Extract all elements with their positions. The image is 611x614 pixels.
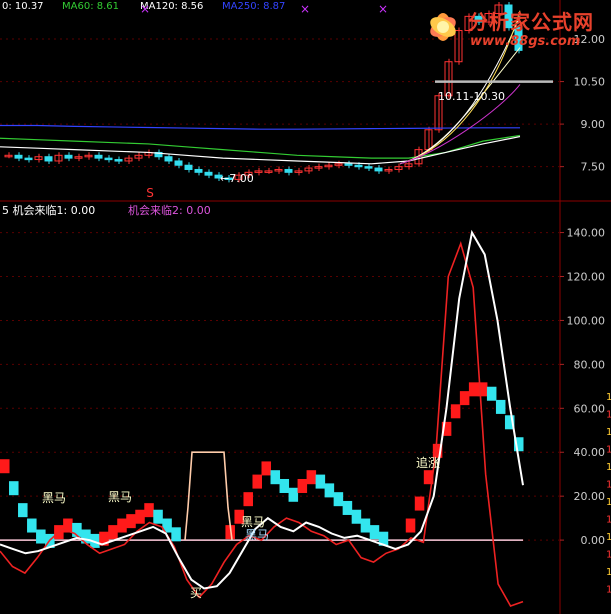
candle <box>354 164 363 168</box>
step-bar <box>36 529 46 544</box>
lower-tick-label: 80.00 <box>574 358 606 371</box>
candle <box>174 160 183 166</box>
upper-tick-label: 7.50 <box>581 161 606 174</box>
top-header-item: MA60: 8.61 <box>62 1 119 12</box>
lower-tick-label: 40.00 <box>574 446 606 459</box>
black-horse-label: 黑马 <box>108 490 132 504</box>
candle <box>344 163 353 166</box>
step-bar <box>144 503 154 518</box>
sell-marker: S <box>146 186 154 200</box>
marker-x-icon: × <box>140 2 150 16</box>
range-label: 10.11-10.30 <box>438 90 505 103</box>
step-bar <box>9 481 19 496</box>
edge-label: 1 <box>606 567 611 578</box>
lower-tick-label: 20.00 <box>574 490 606 503</box>
candle <box>64 154 73 159</box>
edge-label: 1 <box>606 532 611 543</box>
upper-tick-label: 10.50 <box>574 76 606 89</box>
buy-marker: 买 <box>190 586 202 600</box>
edge-label: 1 <box>606 410 611 421</box>
stock-chart: 12.0010.509.007.500: 10.37 MA60: 8.61 MA12… <box>0 0 611 614</box>
step-bar <box>288 487 299 502</box>
candle <box>44 156 53 162</box>
candle <box>104 157 113 161</box>
edge-label: 1 <box>606 462 611 473</box>
step-bar <box>297 478 308 493</box>
step-bar <box>324 483 335 498</box>
marker-x-icon: × <box>378 2 388 16</box>
candle <box>184 164 193 170</box>
top-header-item: MA250: 8.87 <box>222 1 285 12</box>
top-header-item: 0: 10.37 <box>2 1 44 12</box>
lower-tick-label: 120.00 <box>567 271 606 284</box>
step-bar <box>153 509 163 524</box>
chase-label: 追涨 <box>416 455 440 470</box>
step-bar <box>351 509 362 524</box>
candle <box>374 167 383 172</box>
step-bar <box>495 399 506 414</box>
edge-label: 1 <box>606 550 611 561</box>
candle <box>14 154 23 159</box>
step-bar <box>450 404 461 419</box>
lower-tick-label: 60.00 <box>574 402 606 415</box>
step-bar <box>135 509 145 524</box>
watermark-url: www.88gs.com <box>470 34 581 49</box>
step-bar <box>306 470 317 485</box>
candle <box>94 154 103 159</box>
edge-label: 1 <box>606 585 611 596</box>
step-bar <box>360 518 371 533</box>
edge-label: 1 <box>606 497 611 508</box>
step-bar <box>414 496 425 511</box>
edge-label: 1 <box>606 445 611 456</box>
black-horse-label: 黑马 <box>241 515 265 529</box>
candle <box>204 171 213 176</box>
candle <box>364 166 373 169</box>
edge-label: 1 <box>606 427 611 438</box>
marker-x-icon: × <box>300 2 310 16</box>
step-bar <box>459 391 470 406</box>
black-horse-label: 黑马 <box>245 528 269 542</box>
step-bar <box>126 514 136 529</box>
candle <box>194 168 203 173</box>
candle <box>284 168 293 173</box>
step-bar <box>486 386 497 401</box>
step-bar <box>279 478 290 493</box>
step-bar <box>270 470 281 485</box>
low-price-label: ←7.00 <box>220 172 254 185</box>
step-bar <box>0 459 10 474</box>
step-bar <box>27 518 37 533</box>
edge-label: 1 <box>606 515 611 526</box>
step-bar <box>468 382 479 397</box>
step-bar <box>261 461 272 476</box>
step-bar <box>342 500 353 515</box>
black-horse-label: 黑马 <box>42 491 66 505</box>
step-bar <box>252 474 262 489</box>
candle <box>24 157 33 161</box>
candle <box>164 156 173 162</box>
step-bar <box>117 518 127 533</box>
step-bar <box>171 527 181 542</box>
edge-label: 1 <box>606 392 611 403</box>
lower-tick-label: 140.00 <box>567 227 606 240</box>
step-bar <box>243 492 253 507</box>
bottom-header-item: 5 机会来临1: 0.00 <box>2 203 95 217</box>
step-bar <box>315 474 326 489</box>
watermark: 分析家公式网 www.88gs.com <box>418 2 611 54</box>
edge-label: 1 <box>606 480 611 491</box>
bottom-header-item: 机会来临2: 0.00 <box>128 203 211 217</box>
step-bar <box>18 503 28 518</box>
step-bar <box>369 525 380 540</box>
step-bar <box>405 518 416 533</box>
step-bar <box>108 525 118 540</box>
lower-tick-label: 0.00 <box>581 534 606 547</box>
lower-tick-label: 100.00 <box>567 314 606 327</box>
trend-curve <box>399 47 521 165</box>
candle <box>114 159 123 162</box>
upper-tick-label: 9.00 <box>581 118 606 131</box>
step-bar <box>333 492 344 507</box>
watermark-title: 分析家公式网 <box>468 10 594 34</box>
flower-logo-icon <box>430 13 456 41</box>
